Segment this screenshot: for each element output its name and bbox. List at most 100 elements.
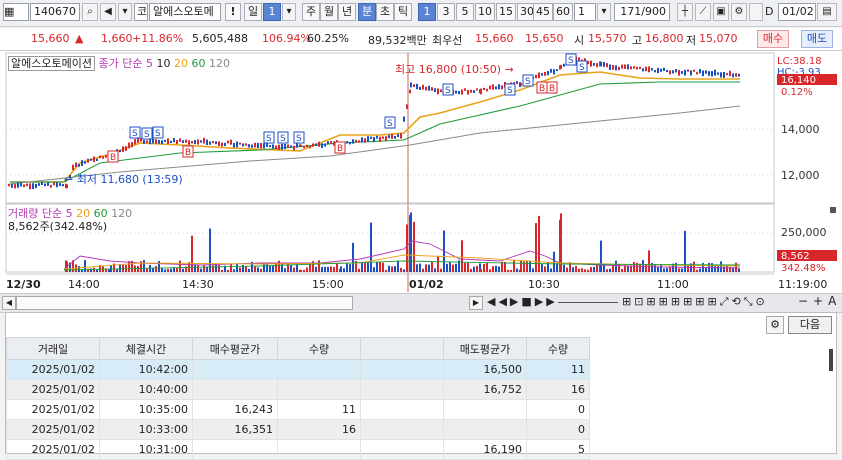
market-type[interactable]: 코 — [134, 3, 148, 21]
candle — [194, 140, 196, 145]
period-year[interactable]: 년 — [338, 3, 356, 21]
ma-60: 60 — [191, 57, 206, 70]
tool-icons[interactable]: ⊞⊡⊞⊞⊞⊞⊞⊞⤢⟲⤡⊙ — [622, 295, 768, 309]
candle — [355, 139, 357, 143]
stock-name-field[interactable]: 알에스오토메 — [149, 3, 221, 21]
interval-3[interactable]: 3 — [437, 3, 455, 21]
candle-icon[interactable]: ┼ — [677, 3, 693, 21]
alert-icon[interactable]: ! — [225, 3, 241, 21]
candle — [306, 144, 308, 148]
period-second[interactable]: 초 — [376, 3, 394, 21]
scroll-thumb[interactable] — [16, 296, 353, 310]
stock-icon[interactable]: ▦ — [3, 3, 29, 21]
candle — [367, 136, 369, 142]
candle — [239, 142, 241, 145]
volume-bar — [257, 267, 259, 272]
buy-button[interactable]: 매수 — [757, 30, 789, 48]
volume-bar — [272, 265, 274, 272]
scroll-right-icon[interactable]: ▶ — [469, 296, 483, 310]
turnover: 60.25% — [307, 32, 349, 45]
candle — [409, 89, 411, 94]
volume-bar — [492, 266, 494, 272]
table-row[interactable]: 2025/01/02 10:35:00 16,243 11 0 — [6, 399, 590, 420]
interval-10[interactable]: 10 — [475, 3, 495, 21]
volume-bar — [563, 264, 565, 272]
candle — [218, 141, 220, 147]
period-day[interactable]: 일 — [244, 3, 262, 21]
date-input[interactable]: 01/02 — [778, 3, 816, 21]
candle — [422, 84, 424, 90]
chevron-down-icon[interactable]: ▾ — [118, 3, 132, 21]
interval-15[interactable]: 15 — [496, 3, 516, 21]
volume-bar — [735, 262, 737, 272]
candle — [609, 64, 611, 70]
table-row[interactable]: 2025/01/02 10:40:00 16,752 16 — [6, 379, 590, 400]
save-icon[interactable]: ▣ — [713, 3, 729, 21]
volume-bar — [483, 263, 485, 272]
volume-bar — [333, 267, 335, 272]
period-num[interactable]: 1 — [263, 3, 281, 21]
candle — [41, 182, 43, 186]
sound-icon[interactable]: ◀ — [100, 3, 116, 21]
calendar-icon[interactable]: ▤ — [817, 3, 837, 21]
x-label: 11:19:00 — [778, 278, 827, 291]
candle — [315, 143, 317, 146]
volume-bar — [633, 261, 635, 272]
volume-bar — [666, 268, 668, 272]
checkbox[interactable] — [749, 3, 763, 21]
interval-1[interactable]: 1 — [418, 3, 436, 21]
volume-bar — [684, 230, 686, 272]
count-input[interactable]: 1 — [574, 3, 596, 21]
volume-bar — [600, 240, 602, 272]
scroll-left-icon[interactable]: ◀ — [2, 296, 16, 310]
candle — [473, 90, 475, 93]
search-icon[interactable]: ⌕ — [82, 3, 98, 21]
sell-button[interactable]: 매도 — [801, 30, 833, 48]
settings-icon[interactable]: ⚙ — [731, 3, 747, 21]
period-minute[interactable]: 분 — [358, 3, 376, 21]
volume-bar — [699, 268, 701, 272]
candle — [161, 140, 163, 145]
trade-amount: 89,532백만 — [368, 34, 427, 47]
chart-scrollbar[interactable]: ◀ ▶ ◀◀▶■▶▶ ⊞⊡⊞⊞⊞⊞⊞⊞⤢⟲⤡⊙ −+A — [0, 293, 842, 313]
table-row[interactable]: 2025/01/02 10:42:00 16,500 11 — [6, 359, 590, 380]
chart-stock-name[interactable]: 알에스오토메이션 — [8, 56, 95, 71]
candle — [352, 139, 354, 144]
chevron-down-icon[interactable]: ▾ — [282, 3, 296, 21]
candle — [669, 70, 671, 75]
table-row[interactable]: 2025/01/02 10:31:00 16,190 5 — [6, 439, 590, 460]
volume-bar — [382, 262, 384, 272]
period-tick[interactable]: 틱 — [394, 3, 412, 21]
zoom-slider[interactable] — [558, 302, 618, 303]
candle — [102, 156, 104, 159]
zoom-buttons[interactable]: −+A — [798, 294, 841, 308]
table-scrollbar[interactable] — [829, 349, 833, 371]
candle — [553, 69, 555, 75]
candle — [215, 141, 217, 145]
volume-bar — [717, 265, 719, 272]
candle — [714, 69, 716, 76]
volume-bar — [455, 263, 457, 272]
settings-icon[interactable]: ⚙ — [766, 316, 784, 334]
volume-bar — [239, 267, 241, 272]
next-button[interactable]: 다음 — [788, 316, 832, 334]
chart-type-icon[interactable]: ⟋ — [695, 3, 711, 21]
cell: 16,351 — [192, 419, 278, 440]
volume-bar — [336, 263, 338, 272]
candle — [410, 82, 412, 88]
candle — [269, 145, 271, 148]
volume-bar — [128, 261, 130, 272]
stock-code-input[interactable]: 140670 — [30, 3, 80, 21]
chevron-down-icon[interactable]: ▾ — [597, 3, 611, 21]
vol-pct: 342.48% — [781, 263, 826, 274]
interval-5[interactable]: 5 — [456, 3, 474, 21]
trade-table: 거래일 체결시간 매수평균가 수량 매도평균가 수량 2025/01/02 10:… — [6, 337, 590, 460]
interval-45[interactable]: 45 — [533, 3, 553, 21]
volume-bar — [526, 260, 528, 272]
period-month[interactable]: 월 — [320, 3, 338, 21]
table-row[interactable]: 2025/01/02 10:33:00 16,351 16 0 — [6, 419, 590, 440]
x-label: 01/02 — [409, 278, 444, 291]
interval-60[interactable]: 60 — [553, 3, 573, 21]
period-week[interactable]: 주 — [302, 3, 320, 21]
playback-icons[interactable]: ◀◀▶■▶▶ — [487, 295, 558, 308]
